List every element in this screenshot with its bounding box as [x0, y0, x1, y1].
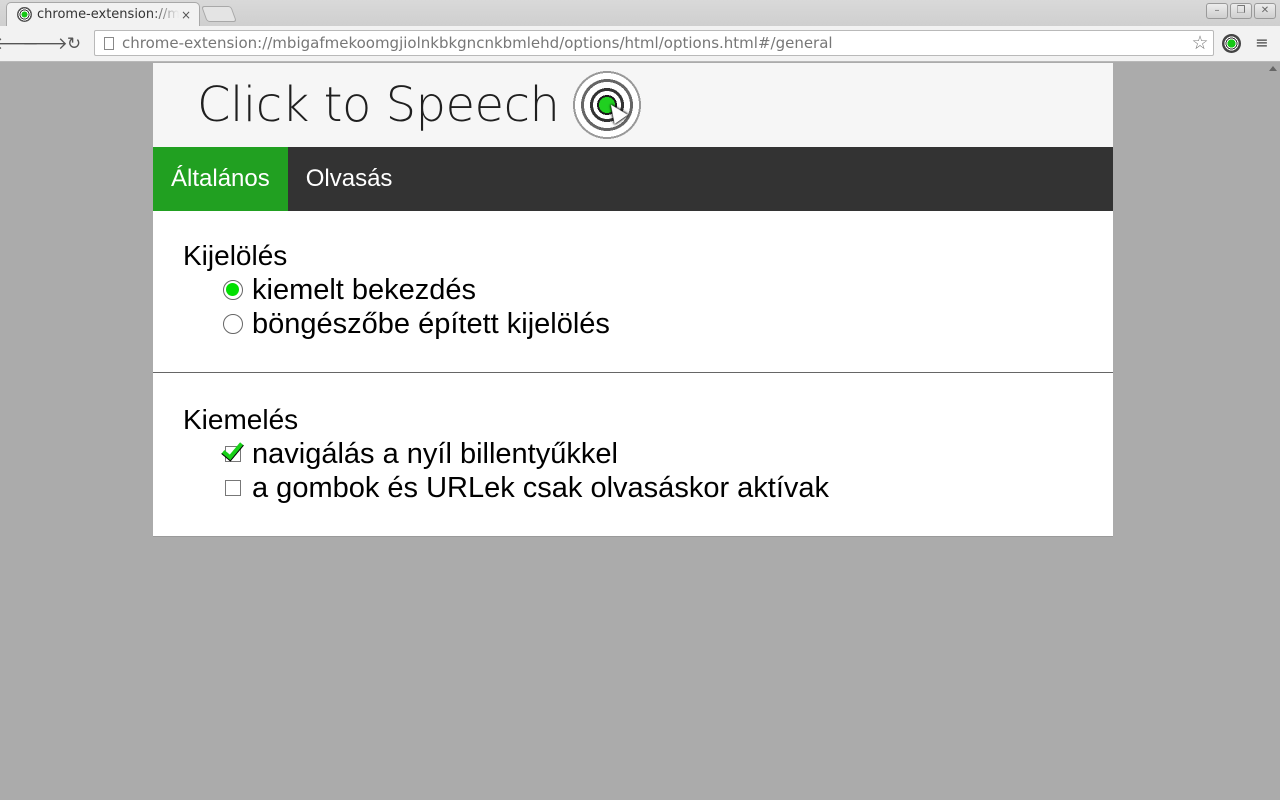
checkmark-icon [221, 437, 244, 461]
checkbox[interactable] [221, 437, 244, 462]
close-window-button[interactable]: ✕ [1254, 3, 1276, 19]
click-to-speech-favicon-icon [17, 7, 32, 22]
tab-reading[interactable]: Olvasás [288, 147, 411, 211]
browser-menu-icon[interactable]: ≡ [1254, 34, 1270, 52]
bookmark-star-icon[interactable]: ☆ [1189, 32, 1211, 54]
new-tab-button[interactable] [201, 6, 237, 22]
radio-button[interactable] [223, 314, 243, 334]
highlight-section: Kiemelés navigálás a nyíl billentyűkkel … [153, 373, 1113, 505]
page-title: Click to Speech [197, 77, 560, 133]
tab-general[interactable]: Általános [153, 147, 288, 211]
checkbox-option-arrow-navigation[interactable]: navigálás a nyíl billentyűkkel [183, 437, 1083, 471]
forward-arrow-icon[interactable]: 🡒 [22, 34, 68, 54]
selection-section: Kijelölés kiemelt bekezdés böngészőbe ép… [153, 211, 1113, 373]
scroll-up-arrow-icon[interactable] [1269, 66, 1277, 71]
options-page: Click to Speech Általános Olvasás Kijelö… [153, 63, 1113, 537]
cursor-icon [604, 100, 629, 124]
section-title: Kijelölés [183, 240, 288, 271]
window-controls: – ❐ ✕ [1206, 3, 1276, 19]
option-label: a gombok és URLek csak olvasáskor aktíva… [252, 471, 830, 504]
option-label: navigálás a nyíl billentyűkkel [252, 437, 618, 470]
browser-tab[interactable]: chrome-extension://mbigafmekoomgjiolnkbk… [6, 2, 200, 26]
address-bar[interactable]: chrome-extension://mbigafmekoomgjiolnkbk… [94, 30, 1214, 56]
browser-titlebar: chrome-extension://mbigafmekoomgjiolnkbk… [0, 0, 1280, 26]
options-nav: Általános Olvasás [153, 147, 1113, 211]
option-label: böngészőbe épített kijelölés [252, 307, 610, 340]
click-to-speech-logo-icon [571, 69, 644, 141]
maximize-button[interactable]: ❐ [1230, 3, 1252, 19]
click-to-speech-extension-icon[interactable] [1222, 34, 1241, 53]
option-label: kiemelt bekezdés [252, 273, 477, 306]
checkbox-option-buttons-links-active[interactable]: a gombok és URLek csak olvasáskor aktíva… [183, 471, 1083, 505]
tab-close-icon[interactable]: × [179, 8, 193, 22]
page-scrollbar[interactable] [1266, 62, 1280, 798]
checkbox[interactable] [225, 480, 241, 496]
tab-title: chrome-extension://mbigafmekoomgjiolnkbk… [37, 7, 179, 22]
browser-toolbar: 🡐 🡒 ↻ chrome-extension://mbigafmekoomgji… [0, 26, 1280, 62]
section-title: Kiemelés [183, 404, 299, 435]
page-icon [104, 36, 114, 50]
page-header: Click to Speech [153, 63, 1113, 147]
radio-option-browser-selection[interactable]: böngészőbe épített kijelölés [183, 307, 1083, 341]
minimize-button[interactable]: – [1206, 3, 1228, 19]
radio-button[interactable] [223, 280, 243, 300]
radio-option-highlighted-paragraph[interactable]: kiemelt bekezdés [183, 273, 1083, 307]
reload-icon[interactable]: ↻ [64, 34, 84, 54]
url-text[interactable]: chrome-extension://mbigafmekoomgjiolnkbk… [122, 34, 1189, 52]
